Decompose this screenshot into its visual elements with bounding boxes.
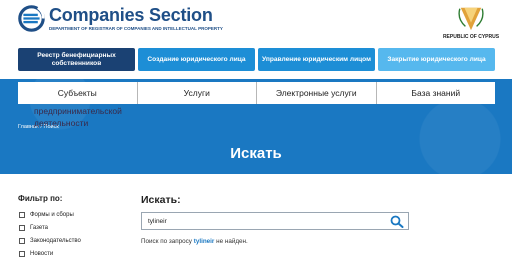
filter-item-legislation[interactable]: Законодательство bbox=[19, 234, 81, 247]
beneficial-owners-register-button[interactable]: Реестр бенефициарных собственников bbox=[18, 48, 135, 71]
search-label: Искать: bbox=[141, 194, 181, 206]
cyprus-emblem: REPUBLIC OF CYPRUS bbox=[442, 4, 500, 40]
filter-item-label: Законодательство bbox=[30, 237, 81, 244]
filter-item-news[interactable]: Новости bbox=[19, 247, 81, 260]
filter-checkbox[interactable] bbox=[19, 237, 25, 244]
close-legal-entity-button[interactable]: Закрытие юридического лица bbox=[378, 48, 495, 71]
search-icon[interactable] bbox=[390, 215, 404, 228]
filter-checkbox[interactable] bbox=[19, 250, 25, 257]
emblem-label: REPUBLIC OF CYPRUS bbox=[442, 34, 500, 40]
filter-item-label: Формы и сборы bbox=[30, 211, 74, 218]
companies-logo-icon bbox=[18, 5, 45, 32]
nav-item-services[interactable]: Услуги bbox=[138, 82, 257, 104]
logo-title: Companies Section bbox=[49, 5, 213, 25]
filter-list: Формы и сборы Газета Законодательство Но… bbox=[19, 208, 81, 260]
filter-item-label: Новости bbox=[30, 250, 54, 257]
main-nav: Субъекты Услуги Электронные услуги База … bbox=[18, 82, 495, 104]
site-logo[interactable]: Companies Section DEPARTMENT OF REGISTRA… bbox=[18, 5, 223, 32]
filter-item-forms[interactable]: Формы и сборы bbox=[19, 208, 81, 221]
logo-subtitle: DEPARTMENT OF REGISTRAR OF COMPANIES AND… bbox=[49, 26, 223, 31]
nav-item-e-services[interactable]: Электронные услуги bbox=[257, 82, 377, 104]
search-box bbox=[141, 212, 409, 230]
result-suffix: не найден. bbox=[216, 238, 248, 245]
coat-of-arms-icon bbox=[458, 7, 484, 31]
page-title: Искать bbox=[230, 145, 282, 162]
nav-item-knowledge-base[interactable]: База знаний bbox=[377, 82, 496, 104]
filter-item-gazette[interactable]: Газета bbox=[19, 221, 81, 234]
nav-dropdown-overflow-text[interactable]: предпринимательской деятельности bbox=[34, 105, 134, 129]
filter-title: Фильтр по: bbox=[18, 194, 63, 203]
search-input[interactable] bbox=[142, 213, 386, 229]
nav-item-subjects[interactable]: Субъекты bbox=[18, 82, 138, 104]
manage-legal-entity-button[interactable]: Управление юридическим лицом bbox=[258, 48, 375, 71]
create-legal-entity-button[interactable]: Создание юридического лица bbox=[138, 48, 255, 71]
filter-item-label: Газета bbox=[30, 224, 49, 231]
filter-checkbox[interactable] bbox=[19, 211, 25, 218]
filter-checkbox[interactable] bbox=[19, 224, 25, 231]
result-term: tylineir bbox=[193, 238, 215, 245]
search-result-message: Поиск по запросу tylineir не найден. bbox=[141, 238, 248, 245]
result-prefix: Поиск по запросу bbox=[141, 238, 192, 245]
